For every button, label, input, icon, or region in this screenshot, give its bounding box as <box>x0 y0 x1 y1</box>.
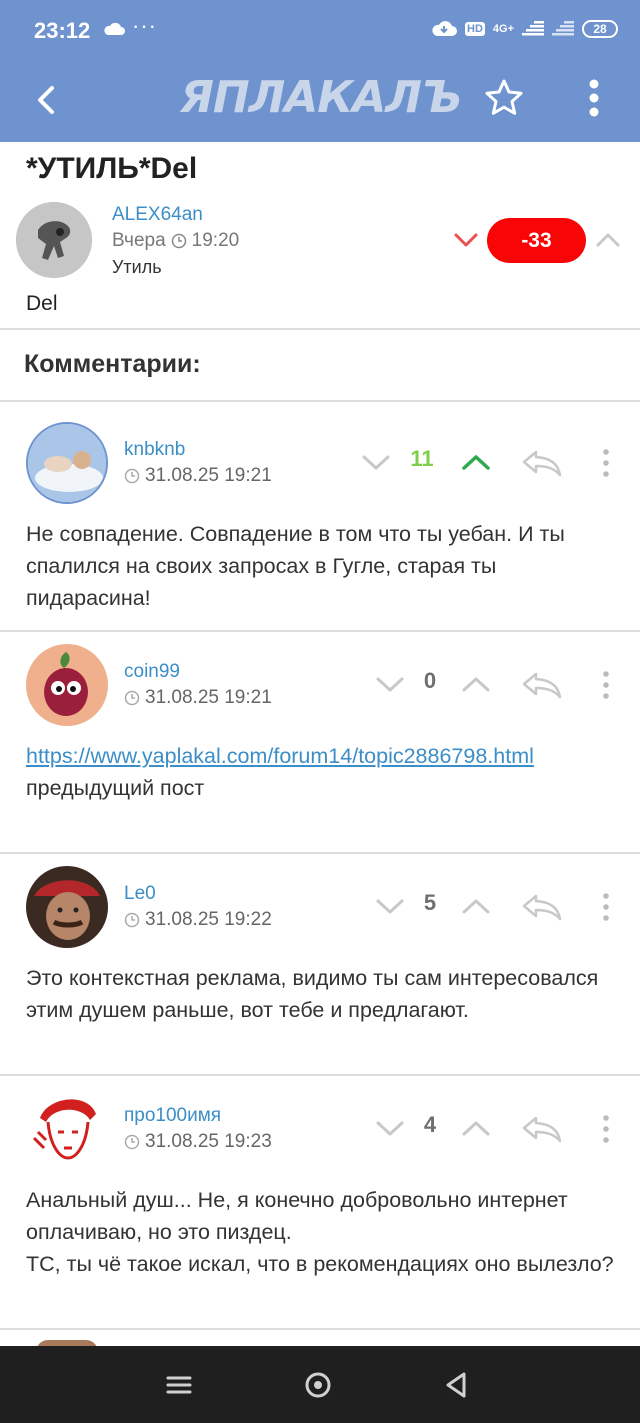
clock-icon <box>124 690 140 706</box>
comment-time: 31.08.25 19:23 <box>124 1131 272 1153</box>
status-indicators: HD 4G+ 28 <box>431 20 618 38</box>
status-more-dots: ··· <box>132 13 157 38</box>
comment-time-value: 31.08.25 19:22 <box>145 909 272 930</box>
battery-indicator: 28 <box>582 20 618 38</box>
avatar-image <box>26 644 108 726</box>
comment-rating: 4 <box>423 1112 437 1137</box>
comment-time: 31.08.25 19:22 <box>124 909 272 931</box>
comment-rating: 11 <box>410 446 434 471</box>
reply-icon[interactable] <box>520 1114 564 1144</box>
more-vert-icon[interactable] <box>596 1114 616 1144</box>
more-vert-icon[interactable] <box>596 892 616 922</box>
author-avatar[interactable] <box>16 202 92 278</box>
home-icon[interactable] <box>303 1370 333 1400</box>
hd-badge: HD <box>465 22 485 36</box>
divider <box>0 1074 640 1076</box>
chevron-down-icon[interactable] <box>452 228 480 252</box>
chevron-up-icon[interactable] <box>460 894 492 918</box>
comment-time: 31.08.25 19:21 <box>124 687 272 709</box>
avatar-image <box>28 424 106 502</box>
chevron-down-icon[interactable] <box>360 450 392 474</box>
chevron-down-icon[interactable] <box>374 894 406 918</box>
clock-icon <box>124 468 140 484</box>
chevron-down-icon[interactable] <box>374 1116 406 1140</box>
reply-icon[interactable] <box>520 892 564 922</box>
comment-text: Не совпадение. Совпадение в том что ты у… <box>26 522 565 610</box>
comment-avatar[interactable] <box>26 644 108 726</box>
comment-time-value: 31.08.25 19:23 <box>145 1131 272 1152</box>
post-body: Del <box>26 292 58 315</box>
signal-icon <box>522 21 544 36</box>
comment-avatar[interactable] <box>26 866 108 948</box>
cloud-icon <box>104 22 125 35</box>
chevron-down-icon[interactable] <box>374 672 406 696</box>
comment-avatar[interactable] <box>26 422 108 504</box>
chevron-up-icon[interactable] <box>594 228 622 252</box>
menu-icon[interactable] <box>164 1370 194 1400</box>
star-icon[interactable] <box>482 76 526 120</box>
system-nav-bar <box>0 1346 640 1423</box>
avatar-image <box>26 1088 108 1170</box>
status-bar: 23:12 ··· HD 4G+ 28 <box>0 0 640 62</box>
clock-icon <box>171 233 186 249</box>
post-time: Вчера 19:20 <box>112 230 239 252</box>
more-vert-icon[interactable] <box>578 74 610 122</box>
reply-icon[interactable] <box>520 448 564 478</box>
comment-text-line: ТС, ты чё такое искал, что в рекомендаци… <box>26 1252 614 1276</box>
back-nav-icon[interactable] <box>442 1370 472 1400</box>
comment-text-line: предыдущий пост <box>26 776 205 800</box>
post-category[interactable]: Утиль <box>112 257 162 278</box>
avatar-image <box>26 866 108 948</box>
site-logo[interactable]: ЯПЛАКАЛЪ <box>180 72 462 123</box>
more-vert-icon[interactable] <box>596 670 616 700</box>
comment-text: Анальный душ... Не, я конечно добровольн… <box>26 1184 616 1280</box>
cloud-download-icon <box>432 21 457 36</box>
divider <box>0 1328 640 1330</box>
status-time: 23:12 <box>34 18 91 43</box>
divider <box>0 400 640 402</box>
post-title: *УТИЛЬ*Del <box>26 152 198 185</box>
app-bar: ЯПЛАКАЛЪ <box>0 62 640 142</box>
back-icon[interactable] <box>24 76 72 124</box>
post-time-value: 19:20 <box>191 230 240 251</box>
avatar-image <box>16 202 92 278</box>
divider <box>0 630 640 632</box>
comment-author[interactable]: Le0 <box>124 883 156 905</box>
comment-link[interactable]: https://www.yaplakal.com/forum14/topic28… <box>26 740 616 772</box>
chevron-up-icon[interactable] <box>460 672 492 696</box>
chevron-up-icon[interactable] <box>460 450 492 474</box>
comment-author[interactable]: knbknb <box>124 439 185 461</box>
comment-text: Это контекстная реклама, видимо ты сам и… <box>26 966 599 1022</box>
clock-icon <box>124 912 140 928</box>
post-author[interactable]: ALEX64an <box>112 204 203 226</box>
comment-text: https://www.yaplakal.com/forum14/topic28… <box>26 740 616 804</box>
comment-rating: 0 <box>423 668 437 693</box>
divider <box>0 328 640 330</box>
comments-header: Комментарии: <box>24 350 201 378</box>
comment-time: 31.08.25 19:21 <box>124 465 272 487</box>
post-time-prefix: Вчера <box>112 230 166 251</box>
more-vert-icon[interactable] <box>596 448 616 478</box>
network-gen: 4G+ <box>492 23 514 35</box>
signal-icon-2 <box>552 21 574 36</box>
comment-avatar[interactable] <box>26 1088 108 1170</box>
divider <box>0 852 640 854</box>
comment-author[interactable]: про100имя <box>124 1105 221 1127</box>
comment-time-value: 31.08.25 19:21 <box>145 465 272 486</box>
clock-icon <box>124 1134 140 1150</box>
comment-time-value: 31.08.25 19:21 <box>145 687 272 708</box>
post-rating-badge: -33 <box>487 218 586 263</box>
comment-text-line: Анальный душ... Не, я конечно добровольн… <box>26 1188 568 1244</box>
comment-rating: 5 <box>423 890 437 915</box>
chevron-up-icon[interactable] <box>460 1116 492 1140</box>
reply-icon[interactable] <box>520 670 564 700</box>
comment-author[interactable]: coin99 <box>124 661 180 683</box>
